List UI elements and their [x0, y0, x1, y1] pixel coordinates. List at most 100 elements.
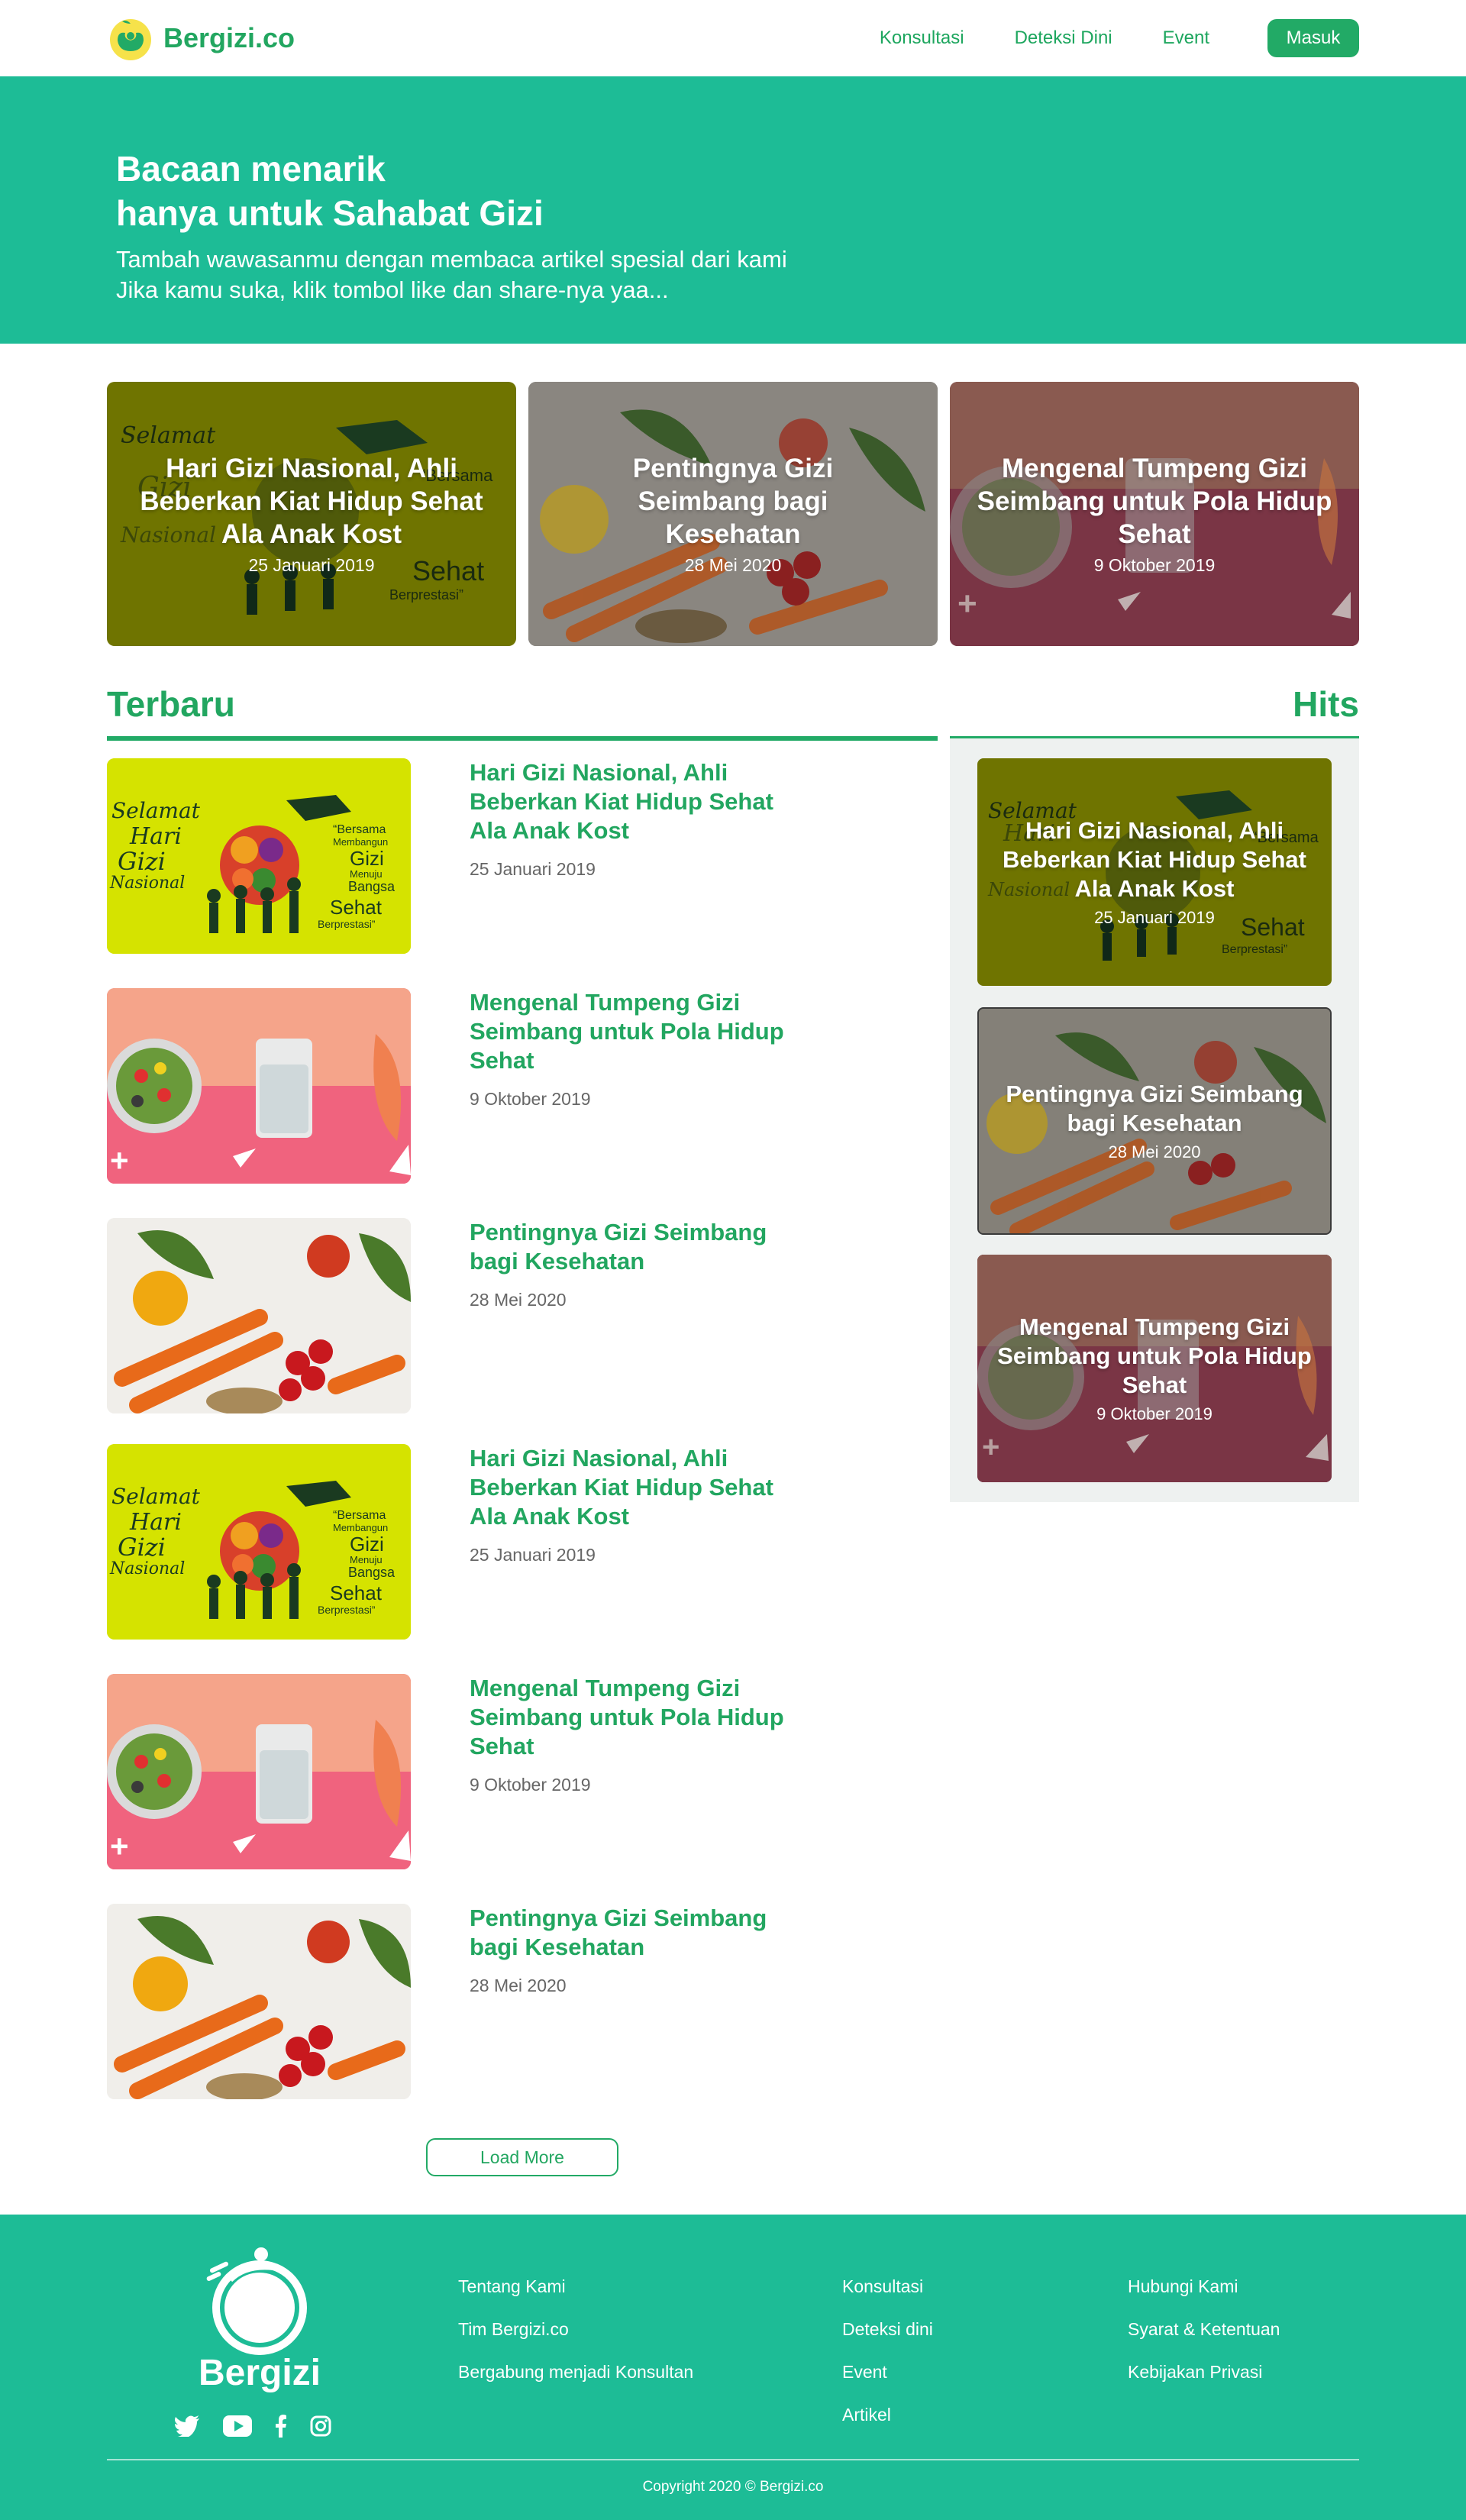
hit-card[interactable]: Selamat Hari Nasional “Bersama Sehat Ber…	[977, 758, 1332, 986]
login-button[interactable]: Masuk	[1267, 19, 1359, 57]
footer-link-syarat[interactable]: Syarat & Ketentuan	[1128, 2308, 1280, 2350]
footer-col-services: Konsultasi Deteksi dini Event Artikel	[842, 2265, 933, 2436]
footer-link-artikel[interactable]: Artikel	[842, 2393, 933, 2436]
twitter-icon[interactable]	[174, 2415, 200, 2437]
hero-title: Bacaan menarik hanya untuk Sahabat Gizi	[116, 147, 544, 235]
featured-card[interactable]: + Mengenal Tumpeng Gizi Seimbang untuk P…	[950, 382, 1359, 646]
article-title[interactable]: Hari Gizi Nasional, Ahli Beberkan Kiat H…	[470, 758, 790, 845]
footer-link-tim[interactable]: Tim Bergizi.co	[458, 2308, 693, 2350]
latest-divider	[107, 736, 938, 741]
gizi-poster-image: Selamat Hari Gizi Nasional “Bersama Memb…	[107, 1444, 411, 1640]
hit-card-overlay: Mengenal Tumpeng Gizi Seimbang untuk Pol…	[977, 1255, 1332, 1482]
article-title[interactable]: Pentingnya Gizi Seimbang bagi Kesehatan	[470, 1904, 790, 1962]
instagram-icon[interactable]	[310, 2415, 331, 2437]
footer-link-hubungi[interactable]: Hubungi Kami	[1128, 2265, 1280, 2308]
footer-link-konsultasi[interactable]: Konsultasi	[842, 2265, 933, 2308]
poster-text-bersama: “Bersama	[333, 1509, 386, 1522]
latest-section-title: Terbaru	[107, 684, 235, 724]
featured-card[interactable]: Selamat Gizi Nasional “Bersama Sehat Ber…	[107, 382, 516, 646]
hero-banner: Bacaan menarik hanya untuk Sahabat Gizi …	[0, 76, 1466, 344]
featured-card-overlay: Hari Gizi Nasional, Ahli Beberkan Kiat H…	[107, 382, 516, 646]
article-thumbnail[interactable]: Selamat Hari Gizi Nasional “Bersama Memb…	[107, 1444, 411, 1640]
hit-card[interactable]: + Mengenal Tumpeng Gizi Seimbang untuk P…	[977, 1255, 1332, 1482]
hit-card-overlay: Pentingnya Gizi Seimbang bagi Kesehatan …	[979, 1009, 1330, 1233]
nav-link-deteksi-dini[interactable]: Deteksi Dini	[1015, 27, 1112, 49]
facebook-icon[interactable]	[275, 2415, 287, 2438]
article-title[interactable]: Pentingnya Gizi Seimbang bagi Kesehatan	[470, 1218, 790, 1276]
poster-text-berprestasi: Berprestasi”	[318, 1604, 376, 1616]
poster-text-berprestasi: Berprestasi”	[318, 918, 376, 930]
article-date: 9 Oktober 2019	[470, 1089, 591, 1109]
poster-text-nasional: Nasional	[109, 1559, 185, 1578]
copyright: Copyright 2020 © Bergizi.co	[642, 2479, 824, 2495]
article-date: 28 Mei 2020	[470, 1976, 567, 1995]
featured-card-overlay: Mengenal Tumpeng Gizi Seimbang untuk Pol…	[950, 382, 1359, 646]
footer-link-tentang-kami[interactable]: Tentang Kami	[458, 2265, 693, 2308]
featured-card-title: Hari Gizi Nasional, Ahli Beberkan Kiat H…	[140, 454, 483, 549]
poster-text-sehat: Sehat	[330, 896, 383, 919]
article-date: 28 Mei 2020	[470, 1290, 567, 1310]
plus-decor: +	[110, 1828, 129, 1864]
article-title[interactable]: Hari Gizi Nasional, Ahli Beberkan Kiat H…	[470, 1444, 790, 1531]
hero-title-line1: Bacaan menarik	[116, 149, 386, 189]
poster-text-bersama: “Bersama	[333, 823, 386, 836]
list-item[interactable]: + Mengenal Tumpeng Gizi Seimbang untuk P…	[107, 1674, 825, 1869]
featured-card[interactable]: Pentingnya Gizi Seimbang bagi Kesehatan …	[528, 382, 938, 646]
article-thumbnail[interactable]: +	[107, 988, 411, 1184]
hit-card-title: Pentingnya Gizi Seimbang bagi Kesehatan	[1006, 1081, 1303, 1136]
nav-link-event[interactable]: Event	[1163, 27, 1209, 49]
article-text: Mengenal Tumpeng Gizi Seimbang untuk Pol…	[470, 988, 828, 1110]
footer-link-deteksi-dini[interactable]: Deteksi dini	[842, 2308, 933, 2350]
list-item[interactable]: + Mengenal Tumpeng Gizi Seimbang untuk P…	[107, 988, 825, 1184]
poster-text-sehat: Sehat	[330, 1581, 383, 1604]
footer-link-bergabung[interactable]: Bergabung menjadi Konsultan	[458, 2350, 693, 2393]
footer: Bergizi Tentang Kami Tim Bergizi.co Berg…	[0, 2215, 1466, 2520]
list-item[interactable]: Pentingnya Gizi Seimbang bagi Kesehatan …	[107, 1218, 825, 1413]
poster-text-hari: Hari	[129, 1509, 182, 1536]
list-item[interactable]: Pentingnya Gizi Seimbang bagi Kesehatan …	[107, 1904, 825, 2099]
footer-brand: Bergizi	[198, 2353, 321, 2393]
list-item[interactable]: Selamat Hari Gizi Nasional “Bersama Memb…	[107, 758, 825, 954]
nav-links: Konsultasi Deteksi Dini Event Masuk	[829, 18, 1359, 58]
poster-text-hari: Hari	[129, 823, 182, 850]
article-title[interactable]: Mengenal Tumpeng Gizi Seimbang untuk Pol…	[470, 1674, 821, 1761]
poster-text-membangun: Membangun	[333, 836, 388, 848]
gizi-poster-image: Selamat Hari Gizi Nasional “Bersama Memb…	[107, 758, 411, 954]
social-links	[174, 2415, 331, 2438]
brand-logo-icon	[110, 19, 151, 60]
hits-section-title: Hits	[1293, 684, 1359, 724]
hit-card-title: Hari Gizi Nasional, Ahli Beberkan Kiat H…	[1003, 817, 1306, 902]
article-text: Hari Gizi Nasional, Ahli Beberkan Kiat H…	[470, 758, 828, 880]
bergizi-logo-icon[interactable]	[200, 2242, 315, 2357]
hit-card-date: 28 Mei 2020	[1108, 1142, 1201, 1161]
hit-card-title: Mengenal Tumpeng Gizi Seimbang untuk Pol…	[997, 1313, 1312, 1398]
footer-col-contact: Hubungi Kami Syarat & Ketentuan Kebijaka…	[1128, 2265, 1280, 2393]
article-date: 9 Oktober 2019	[470, 1775, 591, 1795]
hit-card[interactable]: Pentingnya Gizi Seimbang bagi Kesehatan …	[977, 1007, 1332, 1235]
hit-card-overlay: Hari Gizi Nasional, Ahli Beberkan Kiat H…	[977, 758, 1332, 986]
brand[interactable]: Bergizi.co	[107, 14, 295, 63]
article-date: 25 Januari 2019	[470, 859, 596, 879]
hero-subtitle: Tambah wawasanmu dengan membaca artikel …	[116, 244, 787, 305]
article-thumbnail[interactable]: Selamat Hari Gizi Nasional “Bersama Memb…	[107, 758, 411, 954]
hero-subtitle-line2: Jika kamu suka, klik tombol like dan sha…	[116, 276, 669, 303]
hero-subtitle-line1: Tambah wawasanmu dengan membaca artikel …	[116, 246, 787, 273]
article-text: Pentingnya Gizi Seimbang bagi Kesehatan …	[470, 1218, 828, 1310]
footer-link-event[interactable]: Event	[842, 2350, 933, 2393]
article-title[interactable]: Mengenal Tumpeng Gizi Seimbang untuk Pol…	[470, 988, 821, 1075]
poster-text-selamat: Selamat	[111, 1484, 201, 1509]
article-thumbnail[interactable]: +	[107, 1674, 411, 1869]
list-item[interactable]: Selamat Hari Gizi Nasional “Bersama Memb…	[107, 1444, 825, 1640]
footer-col-about: Tentang Kami Tim Bergizi.co Bergabung me…	[458, 2265, 693, 2393]
poster-text-bangsa: Bangsa	[348, 1565, 396, 1580]
footer-link-privasi[interactable]: Kebijakan Privasi	[1128, 2350, 1280, 2393]
article-date: 25 Januari 2019	[470, 1545, 596, 1565]
nav-link-konsultasi[interactable]: Konsultasi	[880, 27, 964, 49]
vegetables-image	[107, 1218, 411, 1413]
article-thumbnail[interactable]	[107, 1904, 411, 2099]
load-more-button[interactable]: Load More	[426, 2138, 618, 2176]
article-thumbnail[interactable]	[107, 1218, 411, 1413]
youtube-icon[interactable]	[223, 2415, 252, 2437]
hit-card-date: 9 Oktober 2019	[1096, 1404, 1213, 1423]
featured-card-overlay: Pentingnya Gizi Seimbang bagi Kesehatan …	[528, 382, 938, 646]
